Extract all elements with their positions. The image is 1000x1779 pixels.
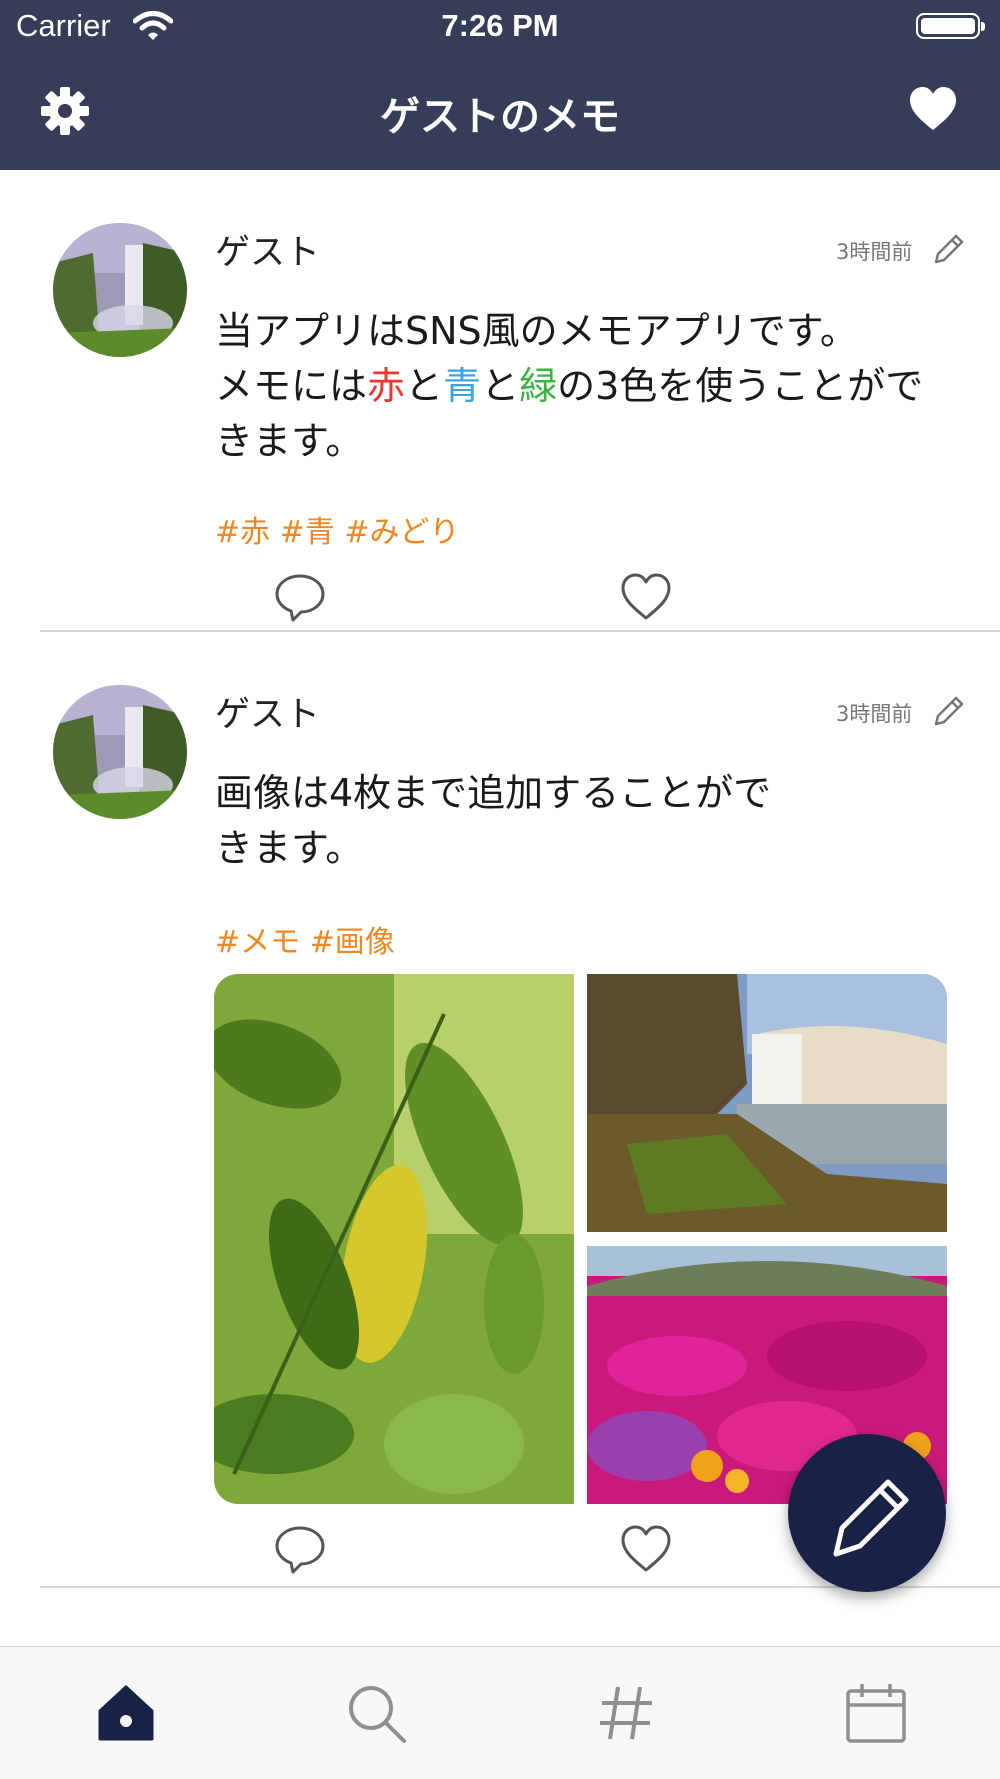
home-icon[interactable]: [94, 1681, 158, 1745]
post-time: 3時間前: [836, 240, 913, 264]
post-body: 画像は4枚まで追加することがで きます。: [215, 771, 772, 870]
memo-post[interactable]: ゲスト 3時間前 当アプリはSNS風のメモアプリです。 メモには赤と青と緑の3色…: [0, 170, 1000, 632]
hashtag-icon[interactable]: [594, 1681, 658, 1745]
waterfall-avatar-image: [53, 685, 187, 819]
edit-pencil-icon[interactable]: [932, 232, 966, 266]
compose-pencil-icon: [833, 1479, 909, 1557]
like-heart-icon[interactable]: [620, 572, 672, 624]
status-bar: Carrier 7:26 PM: [0, 0, 1000, 54]
like-heart-icon[interactable]: [620, 1524, 672, 1576]
status-time: 7:26 PM: [441, 8, 559, 43]
battery-icon: [916, 13, 985, 39]
photo-waterfall[interactable]: [587, 974, 947, 1232]
bottom-tab-bar: [0, 1646, 1000, 1779]
post-body: 当アプリはSNS風のメモアプリです。 メモには赤と青と緑の3色を使うことができま…: [215, 309, 924, 463]
author-name: ゲスト: [215, 233, 321, 273]
navigation-header: Carrier 7:26 PM ゲストのメモ: [0, 0, 1000, 170]
waterfall-avatar-image: [53, 223, 187, 357]
comment-icon[interactable]: [274, 572, 326, 624]
author-name: ゲスト: [215, 695, 321, 735]
user-avatar[interactable]: [53, 223, 187, 357]
edit-pencil-icon[interactable]: [932, 694, 966, 728]
colored-text-red: 赤: [367, 364, 406, 408]
post-tags[interactable]: #メモ #画像: [215, 917, 395, 961]
colored-text-blue: 青: [443, 364, 482, 408]
photo-leaves[interactable]: [214, 974, 574, 1504]
search-icon[interactable]: [344, 1681, 408, 1745]
compose-memo-button[interactable]: [788, 1434, 946, 1592]
colored-text-green: 緑: [519, 364, 558, 408]
favorites-heart-icon[interactable]: [908, 86, 958, 132]
comment-icon[interactable]: [274, 1524, 326, 1576]
calendar-icon[interactable]: [844, 1681, 908, 1745]
page-title: ゲストのメモ: [380, 94, 620, 140]
user-avatar[interactable]: [53, 685, 187, 819]
post-tags[interactable]: #赤 #青 #みどり: [215, 507, 459, 551]
post-time: 3時間前: [836, 702, 913, 726]
